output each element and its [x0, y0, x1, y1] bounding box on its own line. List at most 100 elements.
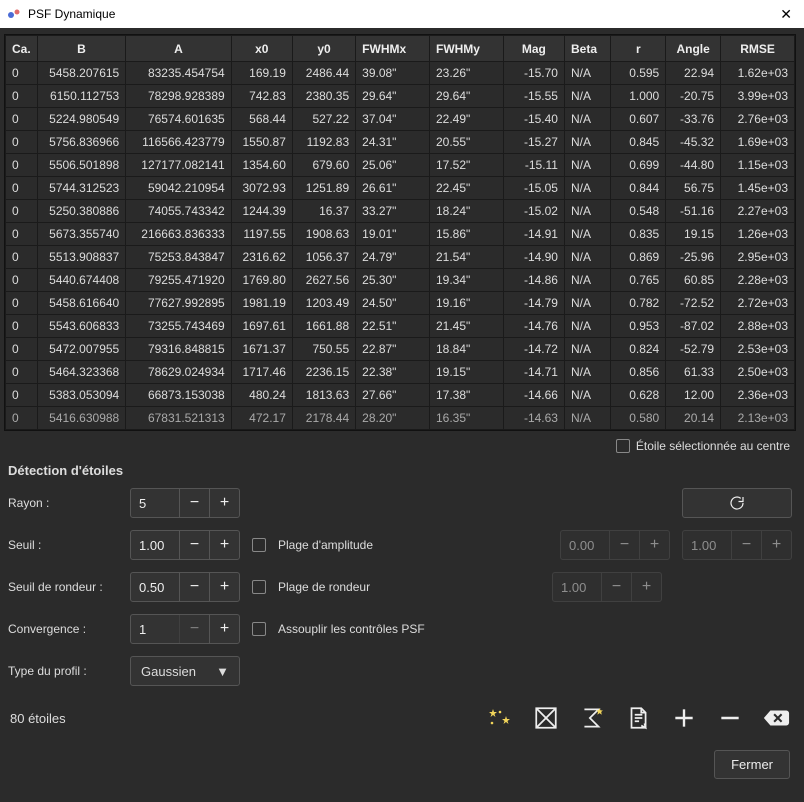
cell: 0	[6, 85, 38, 108]
cell: 66873.153038	[126, 384, 231, 407]
cell: 24.79"	[356, 246, 430, 269]
document-export-icon[interactable]	[624, 704, 652, 732]
cell: -15.05	[503, 177, 564, 200]
seuil-label: Seuil :	[8, 538, 118, 552]
cell: 1354.60	[231, 154, 292, 177]
rondeur-value[interactable]: 0.50	[131, 580, 179, 595]
cell: 5458.207615	[37, 62, 126, 85]
col-rmse[interactable]: RMSE	[721, 36, 795, 62]
convergence-minus[interactable]: −	[179, 614, 209, 644]
rayon-spinner[interactable]: 5 − +	[130, 488, 240, 518]
cell: N/A	[564, 246, 610, 269]
rayon-value[interactable]: 5	[131, 496, 179, 511]
table-row[interactable]: 05756.836966116566.4237791550.871192.832…	[6, 131, 795, 154]
amp-lo-minus: −	[609, 530, 639, 560]
cell: -14.91	[503, 223, 564, 246]
convergence-spinner[interactable]: 1 − +	[130, 614, 240, 644]
titlebar: PSF Dynamique ✕	[0, 0, 804, 28]
seuil-minus[interactable]: −	[179, 530, 209, 560]
stars-icon[interactable]	[486, 704, 514, 732]
rondeur-plus[interactable]: +	[209, 572, 239, 602]
rondeur-range-label: Plage de rondeur	[278, 580, 370, 594]
rondeur-spinner[interactable]: 0.50 − +	[130, 572, 240, 602]
col-b[interactable]: B	[37, 36, 126, 62]
col-r[interactable]: r	[611, 36, 666, 62]
cell: 0.844	[611, 177, 666, 200]
col-beta[interactable]: Beta	[564, 36, 610, 62]
cell: 1.000	[611, 85, 666, 108]
cell: 1981.19	[231, 292, 292, 315]
cell: 60.85	[666, 269, 721, 292]
cell: 1056.37	[292, 246, 355, 269]
cell: 1.15e+03	[721, 154, 795, 177]
cell: 77627.992895	[126, 292, 231, 315]
col-a[interactable]: A	[126, 36, 231, 62]
seuil-value[interactable]: 1.00	[131, 538, 179, 553]
rondeur-range-checkbox[interactable]	[252, 580, 266, 594]
cell: 56.75	[666, 177, 721, 200]
col-angle[interactable]: Angle	[666, 36, 721, 62]
cell: 169.19	[231, 62, 292, 85]
table-row[interactable]: 05458.20761583235.454754169.192486.4439.…	[6, 62, 795, 85]
amp-lo-spinner: 0.00 − +	[560, 530, 670, 560]
rayon-plus[interactable]: +	[209, 488, 239, 518]
table-row[interactable]: 05673.355740216663.8363331197.551908.631…	[6, 223, 795, 246]
table-row[interactable]: 05416.63098867831.521313472.172178.4428.…	[6, 407, 795, 430]
cell: 0.845	[611, 131, 666, 154]
table-row[interactable]: 05458.61664077627.9928951981.191203.4924…	[6, 292, 795, 315]
cell: 0.595	[611, 62, 666, 85]
col-mag[interactable]: Mag	[503, 36, 564, 62]
plus-icon[interactable]	[670, 704, 698, 732]
cell: 2236.15	[292, 361, 355, 384]
table-row[interactable]: 05744.31252359042.2109543072.931251.8926…	[6, 177, 795, 200]
seuil-spinner[interactable]: 1.00 − +	[130, 530, 240, 560]
table-row[interactable]: 05543.60683373255.7434691697.611661.8822…	[6, 315, 795, 338]
table-row[interactable]: 06150.11275378298.928389742.832380.3529.…	[6, 85, 795, 108]
window-close-button[interactable]: ✕	[774, 4, 798, 25]
profil-dropdown[interactable]: Gaussien ▼	[130, 656, 240, 686]
profil-label: Type du profil :	[8, 664, 118, 678]
cell: 39.08"	[356, 62, 430, 85]
center-star-checkbox[interactable]	[616, 439, 630, 453]
backspace-icon[interactable]	[762, 704, 790, 732]
table-row[interactable]: 05440.67440879255.4719201769.802627.5625…	[6, 269, 795, 292]
col-fwhmy[interactable]: FWHMy	[429, 36, 503, 62]
col-x0[interactable]: x0	[231, 36, 292, 62]
table-row[interactable]: 05224.98054976574.601635568.44527.2237.0…	[6, 108, 795, 131]
cell: 2.76e+03	[721, 108, 795, 131]
table-row[interactable]: 05250.38088674055.7433421244.3916.3733.2…	[6, 200, 795, 223]
convergence-value[interactable]: 1	[131, 622, 179, 637]
table-row[interactable]: 05383.05309466873.153038480.241813.6327.…	[6, 384, 795, 407]
sigma-star-icon[interactable]	[578, 704, 606, 732]
convergence-plus[interactable]: +	[209, 614, 239, 644]
table-header-row: Ca. B A x0 y0 FWHMx FWHMy Mag Beta r Ang…	[6, 36, 795, 62]
cell: 20.55"	[429, 131, 503, 154]
rayon-minus[interactable]: −	[179, 488, 209, 518]
table-row[interactable]: 05506.501898127177.0821411354.60679.6025…	[6, 154, 795, 177]
col-ca[interactable]: Ca.	[6, 36, 38, 62]
seuil-plus[interactable]: +	[209, 530, 239, 560]
cell: N/A	[564, 292, 610, 315]
cell: -20.75	[666, 85, 721, 108]
cell: 2316.62	[231, 246, 292, 269]
assouplir-checkbox[interactable]	[252, 622, 266, 636]
refresh-button[interactable]	[682, 488, 792, 518]
table-row[interactable]: 05513.90883775253.8438472316.621056.3724…	[6, 246, 795, 269]
cell: 28.20"	[356, 407, 430, 430]
rondeur-minus[interactable]: −	[179, 572, 209, 602]
table-row[interactable]: 05464.32336878629.0249341717.462236.1522…	[6, 361, 795, 384]
minus-icon[interactable]	[716, 704, 744, 732]
amp-range-checkbox[interactable]	[252, 538, 266, 552]
col-y0[interactable]: y0	[292, 36, 355, 62]
cell: 25.06"	[356, 154, 430, 177]
col-fwhmx[interactable]: FWHMx	[356, 36, 430, 62]
table-row[interactable]: 05472.00795579316.8488151671.37750.5522.…	[6, 338, 795, 361]
cell: -14.90	[503, 246, 564, 269]
cell: 5513.908837	[37, 246, 126, 269]
cell: -14.72	[503, 338, 564, 361]
cell: 2178.44	[292, 407, 355, 430]
cell: 0	[6, 315, 38, 338]
crossed-box-icon[interactable]	[532, 704, 560, 732]
cell: 1.26e+03	[721, 223, 795, 246]
close-button[interactable]: Fermer	[714, 750, 790, 779]
